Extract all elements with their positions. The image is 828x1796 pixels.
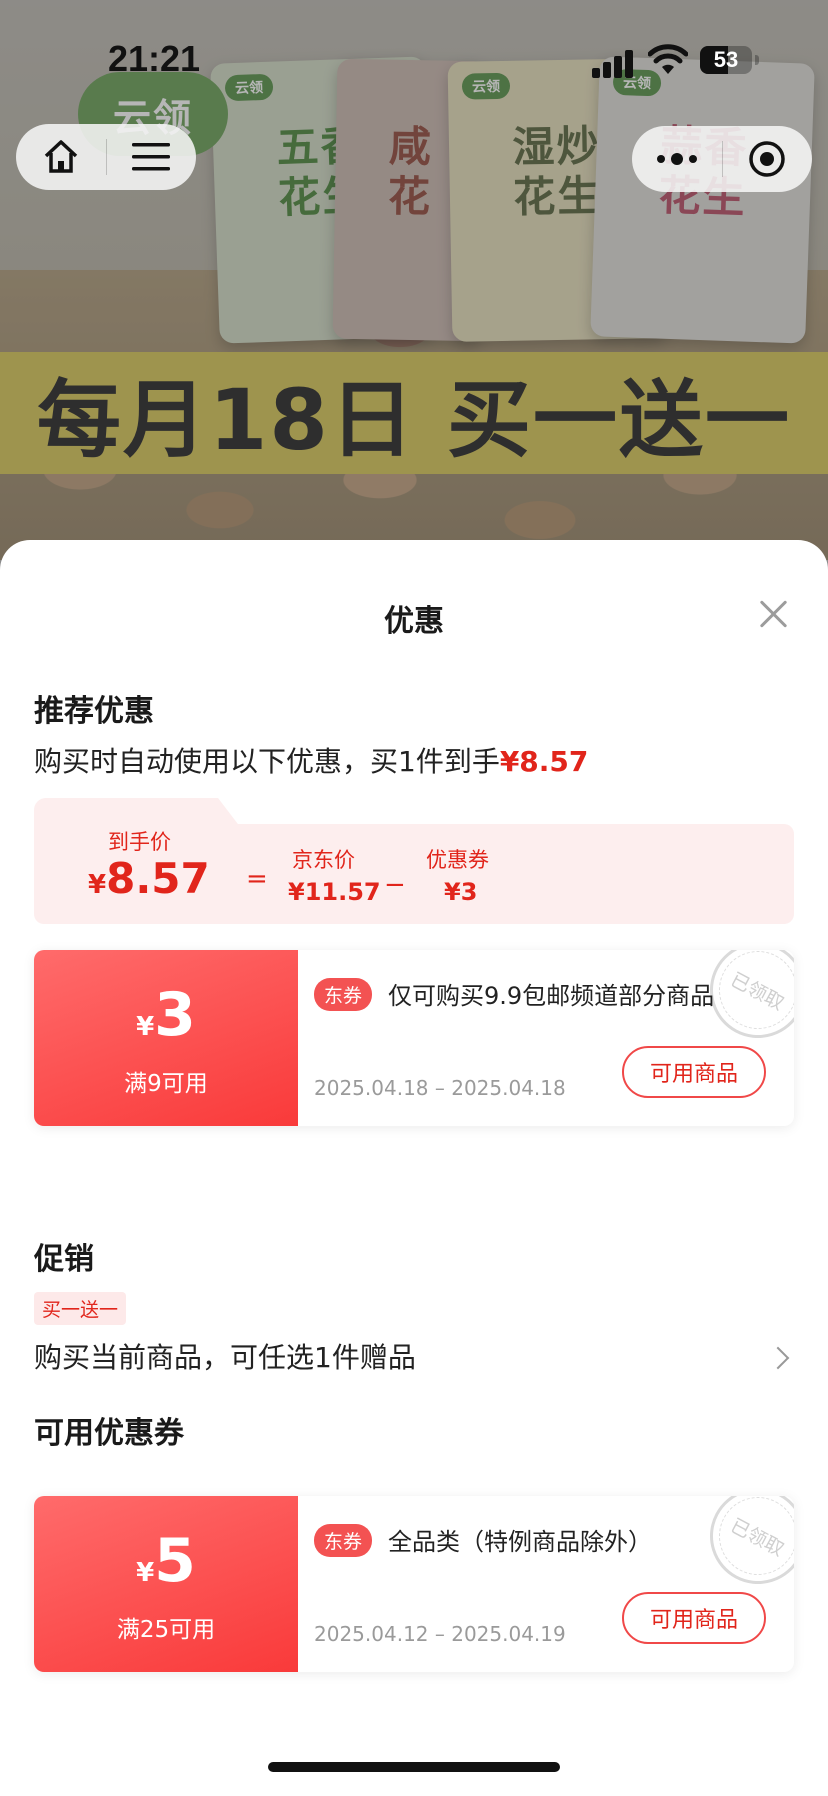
- coupon-yen: ¥: [136, 1558, 155, 1588]
- battery-level: 53: [713, 47, 739, 72]
- exit-button[interactable]: [723, 126, 813, 192]
- coupon-title: 仅可购买9.9包邮频道部分商品: [388, 982, 715, 1010]
- home-icon: [44, 140, 77, 173]
- coupon-tag: 东券: [314, 1524, 373, 1557]
- coupon-discount: ¥3: [444, 878, 478, 906]
- home-indicator[interactable]: [268, 1762, 560, 1772]
- coupon-amount-value: 5: [154, 1526, 196, 1596]
- close-icon[interactable]: [752, 592, 796, 636]
- recommended-desc: 购买时自动使用以下优惠，买1件到手¥8.57: [34, 740, 588, 780]
- promotion-row[interactable]: 购买当前商品，可任选1件赠品: [0, 1328, 828, 1388]
- status-bar: 21:21 53: [0, 0, 828, 110]
- final-price-label: 到手价: [108, 830, 171, 854]
- menu-icon: [132, 143, 171, 171]
- final-price: ¥8.57: [88, 854, 210, 903]
- coupon-amount-value: 3: [154, 980, 196, 1050]
- equals-sign: =: [246, 864, 268, 894]
- recommended-desc-text: 购买时自动使用以下优惠，买1件到手: [34, 745, 500, 778]
- coupon-condition: 满9可用: [124, 1071, 208, 1097]
- more-icon: [656, 153, 697, 165]
- nav-capsule: [16, 124, 196, 190]
- coupon-card: ¥3 满9可用 已领取 东券 仅可购买9.9包邮频道部分商品 2025.04.1…: [34, 950, 794, 1126]
- coupon-yen: ¥: [136, 1012, 155, 1042]
- chevron-right-icon: [766, 1346, 790, 1370]
- menu-button[interactable]: [107, 124, 197, 190]
- coupon-tag: 东券: [314, 978, 373, 1011]
- sheet-title: 优惠: [384, 604, 444, 639]
- final-price-yen: ¥: [88, 870, 107, 900]
- claimed-stamp: 已领取: [693, 1496, 794, 1601]
- status-time: 21:21: [108, 38, 201, 79]
- promotion-desc: 购买当前商品，可任选1件赠品: [34, 1341, 416, 1374]
- signal-icon: [592, 48, 636, 78]
- promotion-heading: 促销: [34, 1242, 94, 1277]
- available-coupons-heading: 可用优惠券: [34, 1416, 184, 1451]
- battery-icon: 53: [700, 46, 752, 74]
- price-breakdown: 到手价 ¥8.57 = 京东价 ¥11.57 − 优惠券 ¥3: [34, 798, 794, 924]
- jd-price-label: 京东价: [292, 848, 355, 872]
- coupon-dates: 2025.04.12 – 2025.04.19: [314, 1622, 566, 1646]
- available-products-button[interactable]: 可用商品: [622, 1046, 766, 1098]
- coupon-value-panel: ¥3 满9可用: [34, 950, 298, 1126]
- miniprogram-capsule: [632, 126, 812, 192]
- jd-price: ¥11.57: [288, 878, 381, 906]
- recommended-desc-price: ¥8.57: [499, 745, 589, 778]
- coupon-value-panel: ¥5 满25可用: [34, 1496, 298, 1672]
- home-button[interactable]: [16, 124, 106, 190]
- coupon-card: ¥5 满25可用 已领取 东券 全品类（特例商品除外） 2025.04.12 –…: [34, 1496, 794, 1672]
- offers-sheet: 优惠 推荐优惠 购买时自动使用以下优惠，买1件到手¥8.57 到手价 ¥8.57…: [0, 540, 828, 1796]
- promotion-tag: 买一送一: [34, 1292, 127, 1325]
- coupon-title: 全品类（特例商品除外）: [388, 1528, 652, 1556]
- more-button[interactable]: [632, 126, 722, 192]
- final-price-value: 8.57: [106, 854, 210, 903]
- target-icon: [749, 141, 785, 177]
- coupon-dates: 2025.04.18 – 2025.04.18: [314, 1076, 566, 1100]
- battery-cap: [755, 55, 759, 65]
- wifi-icon: [648, 44, 688, 74]
- coupon-discount-label: 优惠券: [426, 848, 489, 872]
- coupon-amount: ¥5: [34, 1526, 298, 1596]
- coupon-amount: ¥3: [34, 980, 298, 1050]
- coupon-condition: 满25可用: [116, 1617, 216, 1643]
- recommended-heading: 推荐优惠: [34, 694, 154, 729]
- minus-sign: −: [384, 870, 406, 900]
- available-products-button[interactable]: 可用商品: [622, 1592, 766, 1644]
